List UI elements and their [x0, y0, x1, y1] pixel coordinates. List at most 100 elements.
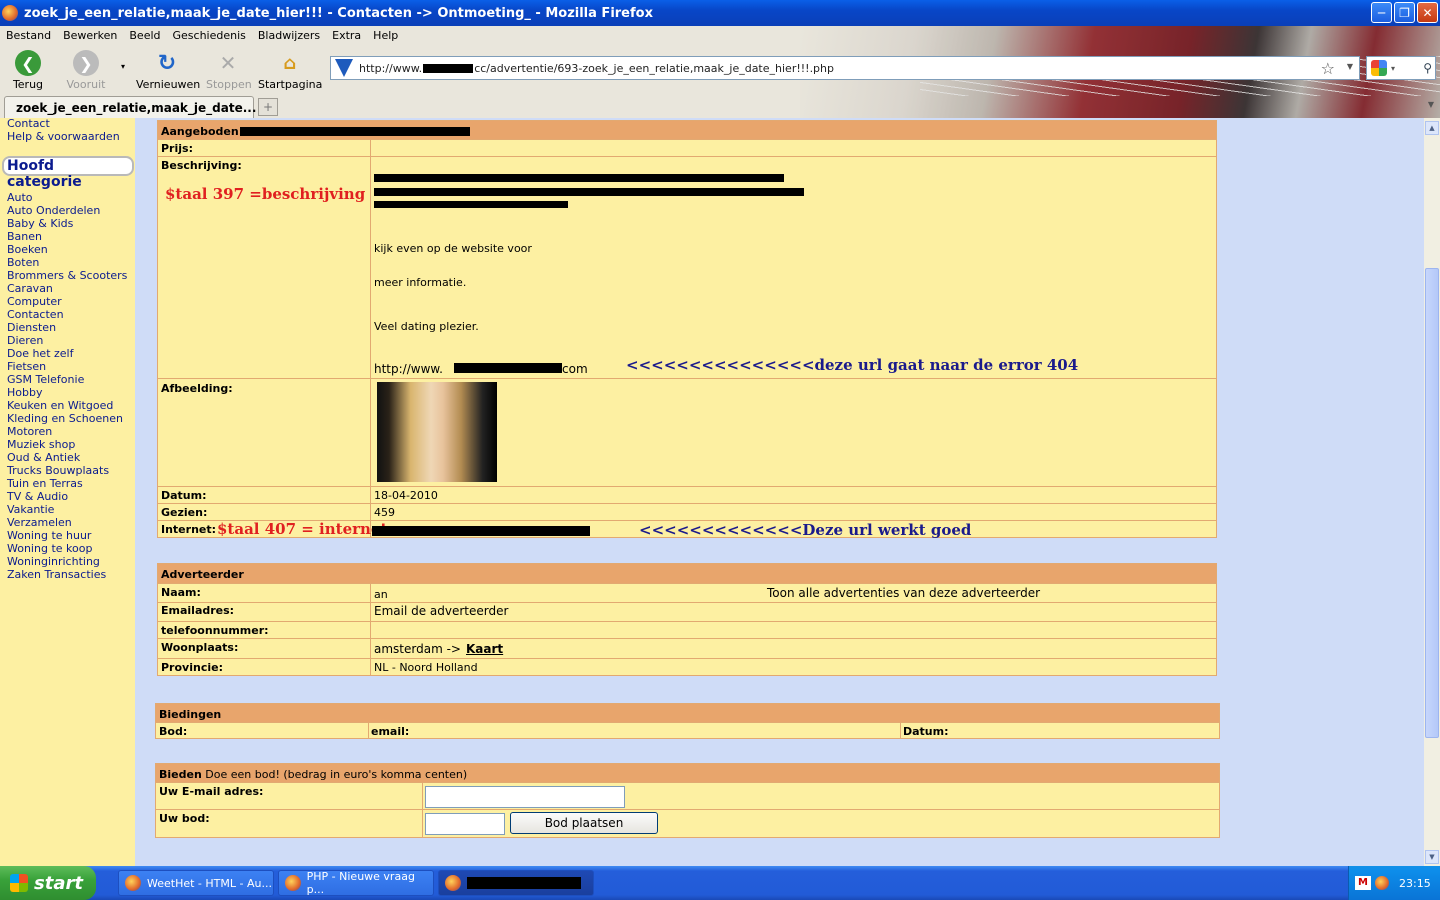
city-value: amsterdam ->	[374, 642, 461, 656]
navigation-toolbar: ❮ Terug ❯ Vooruit ▾ ↻ Vernieuwen ✕ Stopp…	[0, 46, 1440, 92]
advertiser-province-row: Provincie: NL - Noord Holland	[158, 658, 1216, 675]
history-dropdown[interactable]: ▾	[118, 62, 128, 71]
place-bid-button[interactable]: Bod plaatsen	[510, 812, 658, 834]
sidebar-item-boeken[interactable]: Boeken	[0, 243, 127, 256]
ad-details-table: Aangeboden: Prijs: Beschrijving: $taal 3…	[157, 120, 1217, 539]
sidebar-link-help[interactable]: Help & voorwaarden	[0, 130, 120, 143]
main-area: Aangeboden: Prijs: Beschrijving: $taal 3…	[136, 118, 1424, 866]
sidebar-item-caravan[interactable]: Caravan	[0, 282, 127, 295]
tab-current-page[interactable]: zoek_je_een_relatie,maak_je_date...	[4, 96, 256, 118]
sidebar-item-auto-onderdelen[interactable]: Auto Onderdelen	[0, 204, 127, 217]
sidebar-item-muziek-shop[interactable]: Muziek shop	[0, 438, 127, 451]
scroll-up-arrow-icon[interactable]: ▲	[1425, 121, 1439, 135]
search-box[interactable]: ▾ ⚲	[1366, 56, 1436, 80]
sidebar-item-verzamelen[interactable]: Verzamelen	[0, 516, 127, 529]
category-header: Hoofd categorie	[2, 156, 134, 190]
bookmark-star-icon[interactable]: ☆	[1321, 59, 1335, 78]
stop-icon: ✕	[219, 51, 237, 75]
firefox-tray-icon[interactable]	[1375, 876, 1389, 890]
bid-form-instructions: Doe een bod! (bedrag in euro's komma cen…	[205, 768, 468, 781]
date-value: 18-04-2010	[374, 489, 438, 502]
taskbar-item-current[interactable]	[438, 870, 594, 896]
sidebar-item-tv-audio[interactable]: TV & Audio	[0, 490, 127, 503]
sidebar-item-hobby[interactable]: Hobby	[0, 386, 127, 399]
menu-item-geschiedenis[interactable]: Geschiedenis	[167, 26, 252, 46]
minimize-button[interactable]: ─	[1371, 2, 1392, 23]
sidebar-item-trucks-bouwplaats[interactable]: Trucks Bouwplaats	[0, 464, 127, 477]
forward-label: Vooruit	[66, 78, 106, 91]
google-search-engine-icon[interactable]	[1371, 60, 1387, 76]
description-redaction-1	[374, 174, 784, 182]
menu-item-help[interactable]: Help	[367, 26, 404, 46]
clock: 23:15	[1399, 877, 1431, 890]
sidebar-item-keuken-witgoed[interactable]: Keuken en Witgoed	[0, 399, 127, 412]
menu-item-bestand[interactable]: Bestand	[0, 26, 57, 46]
new-tab-button[interactable]: +	[258, 98, 278, 116]
scroll-thumb[interactable]	[1425, 268, 1439, 738]
offered-label: Aangeboden:	[161, 125, 244, 138]
sidebar-item-brommers-scooters[interactable]: Brommers & Scooters	[0, 269, 127, 282]
close-button[interactable]: ✕	[1417, 2, 1438, 23]
sidebar-item-doe-het-zelf[interactable]: Doe het zelf	[0, 347, 127, 360]
sidebar-item-computer[interactable]: Computer	[0, 295, 127, 308]
internet-url-redaction[interactable]	[372, 526, 590, 536]
back-button[interactable]: ❮ Terug	[8, 50, 48, 91]
stop-button[interactable]: ✕ Stoppen	[206, 50, 252, 91]
sidebar-item-motoren[interactable]: Motoren	[0, 425, 127, 438]
start-button[interactable]: start	[0, 866, 96, 900]
sidebar-item-oud-antiek[interactable]: Oud & Antiek	[0, 451, 127, 464]
gmail-notifier-icon[interactable]: M	[1355, 876, 1371, 890]
sidebar-item-baby-kids[interactable]: Baby & Kids	[0, 217, 127, 230]
sidebar-item-diensten[interactable]: Diensten	[0, 321, 127, 334]
taskbar-item-weethet[interactable]: WeetHet - HTML - Au...	[118, 870, 274, 896]
url-dropdown-icon[interactable]: ▼	[1347, 62, 1353, 71]
sidebar-item-banen[interactable]: Banen	[0, 230, 127, 243]
bid-amount-input[interactable]	[425, 813, 505, 835]
sidebar-item-vakantie[interactable]: Vakantie	[0, 503, 127, 516]
all-ads-link[interactable]: Toon alle advertenties van deze advertee…	[767, 586, 1040, 600]
views-label: Gezien:	[161, 506, 208, 519]
description-url-suffix[interactable]: com	[562, 362, 588, 376]
window-title: zoek_je_een_relatie,maak_je_date_hier!!!…	[24, 5, 653, 21]
menu-item-extra[interactable]: Extra	[326, 26, 367, 46]
url-prefix: http://www.	[359, 61, 423, 75]
sidebar-item-woning-te-huur[interactable]: Woning te huur	[0, 529, 127, 542]
sidebar-item-auto[interactable]: Auto	[0, 191, 127, 204]
sidebar-item-tuin-terras[interactable]: Tuin en Terras	[0, 477, 127, 490]
menu-item-bewerken[interactable]: Bewerken	[57, 26, 123, 46]
taskbar-item-php[interactable]: PHP - Nieuwe vraag p...	[278, 870, 434, 896]
scroll-down-arrow-icon[interactable]: ▼	[1425, 850, 1439, 864]
page-scrollbar[interactable]: ▲ ▼	[1424, 118, 1440, 866]
restore-button[interactable]: ❐	[1394, 2, 1415, 23]
advertiser-name-row: Naam: an Toon alle advertenties van deze…	[158, 583, 1216, 602]
search-magnifier-icon[interactable]: ⚲	[1423, 61, 1432, 75]
sidebar-item-kleding-schoenen[interactable]: Kleding en Schoenen	[0, 412, 127, 425]
sidebar-item-woninginrichting[interactable]: Woninginrichting	[0, 555, 127, 568]
menu-item-beeld[interactable]: Beeld	[123, 26, 166, 46]
search-engine-dropdown-icon[interactable]: ▾	[1391, 64, 1395, 73]
url-redaction	[423, 63, 474, 73]
ad-photo[interactable]	[377, 382, 497, 482]
column-divider	[900, 723, 901, 739]
bid-form-title: Bieden	[159, 768, 202, 781]
menu-item-bladwijzers[interactable]: Bladwijzers	[252, 26, 326, 46]
sidebar-item-gsm-telefonie[interactable]: GSM Telefonie	[0, 373, 127, 386]
sidebar-item-dieren[interactable]: Dieren	[0, 334, 127, 347]
sidebar-item-boten[interactable]: Boten	[0, 256, 127, 269]
sidebar-item-zaken-transacties[interactable]: Zaken Transacties	[0, 568, 127, 581]
list-all-tabs-icon[interactable]: ▼	[1424, 100, 1438, 114]
sidebar-item-woning-te-koop[interactable]: Woning te koop	[0, 542, 127, 555]
home-label: Startpagina	[258, 78, 323, 91]
email-advertiser-link[interactable]: Email de adverteerder	[374, 604, 508, 618]
sidebar-link-contact[interactable]: Contact	[0, 118, 120, 130]
description-url-prefix[interactable]: http://www.	[374, 362, 443, 376]
forward-button[interactable]: ❯ Vooruit	[64, 50, 108, 91]
home-button[interactable]: ⌂ Startpagina	[258, 50, 323, 92]
bid-amount-row: Uw bod: Bod plaatsen	[156, 809, 1219, 837]
sidebar-item-contacten[interactable]: Contacten	[0, 308, 127, 321]
bid-email-input[interactable]	[425, 786, 625, 808]
address-bar[interactable]: http://www. cc/advertentie/693-zoek_je_e…	[330, 56, 1360, 80]
map-link[interactable]: Kaart	[466, 642, 503, 656]
sidebar-item-fietsen[interactable]: Fietsen	[0, 360, 127, 373]
reload-button[interactable]: ↻ Vernieuwen	[136, 50, 200, 92]
